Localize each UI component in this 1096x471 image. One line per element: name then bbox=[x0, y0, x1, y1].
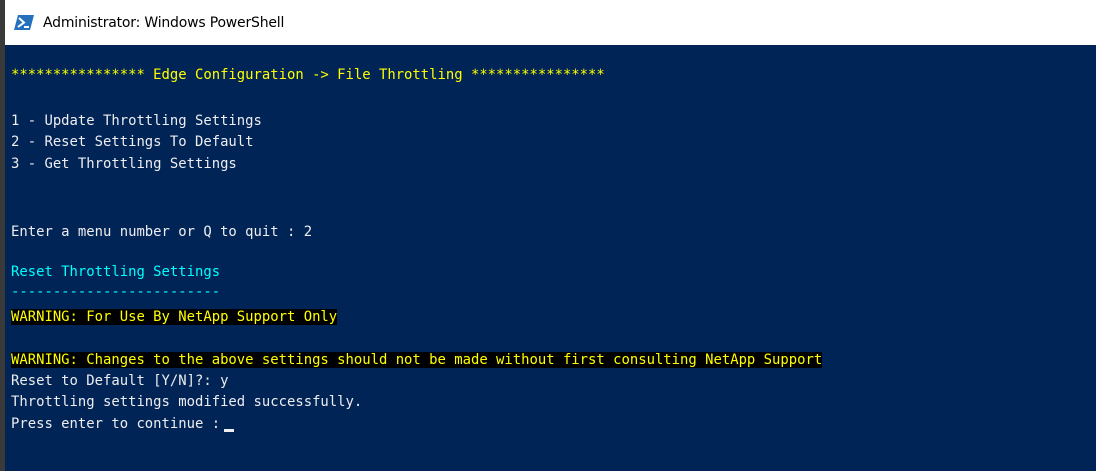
menu-item-3: 3 - Get Throttling Settings bbox=[11, 156, 237, 172]
menu-item-1: 1 - Update Throttling Settings bbox=[11, 113, 262, 129]
window-title: Administrator: Windows PowerShell bbox=[43, 14, 285, 31]
section-title: Reset Throttling Settings bbox=[11, 264, 221, 280]
warning-changes-text: WARNING: Changes to the above settings s… bbox=[11, 352, 823, 368]
powershell-icon bbox=[14, 15, 34, 30]
menu-header: **************** Edge Configuration -> F… bbox=[11, 67, 605, 83]
reset-prompt: Reset to Default [Y/N]?: y bbox=[11, 373, 229, 389]
warning-changes: WARNING: Changes to the above settings s… bbox=[11, 350, 823, 371]
title-bar[interactable]: Administrator: Windows PowerShell bbox=[5, 0, 1096, 45]
menu-item-2: 2 - Reset Settings To Default bbox=[11, 134, 254, 150]
warning-support-only-text: WARNING: For Use By NetApp Support Only bbox=[11, 309, 338, 325]
continue-prompt[interactable]: Press enter to continue : bbox=[11, 414, 235, 435]
menu-prompt: Enter a menu number or Q to quit : 2 bbox=[11, 224, 313, 240]
text-cursor bbox=[224, 429, 235, 432]
console-area[interactable]: **************** Edge Configuration -> F… bbox=[5, 45, 1096, 471]
continue-prompt-text: Press enter to continue : bbox=[11, 416, 221, 432]
warning-support-only: WARNING: For Use By NetApp Support Only bbox=[11, 307, 338, 328]
result-message: Throttling settings modified successfull… bbox=[11, 394, 363, 410]
section-underline: ------------------------- bbox=[11, 284, 221, 300]
